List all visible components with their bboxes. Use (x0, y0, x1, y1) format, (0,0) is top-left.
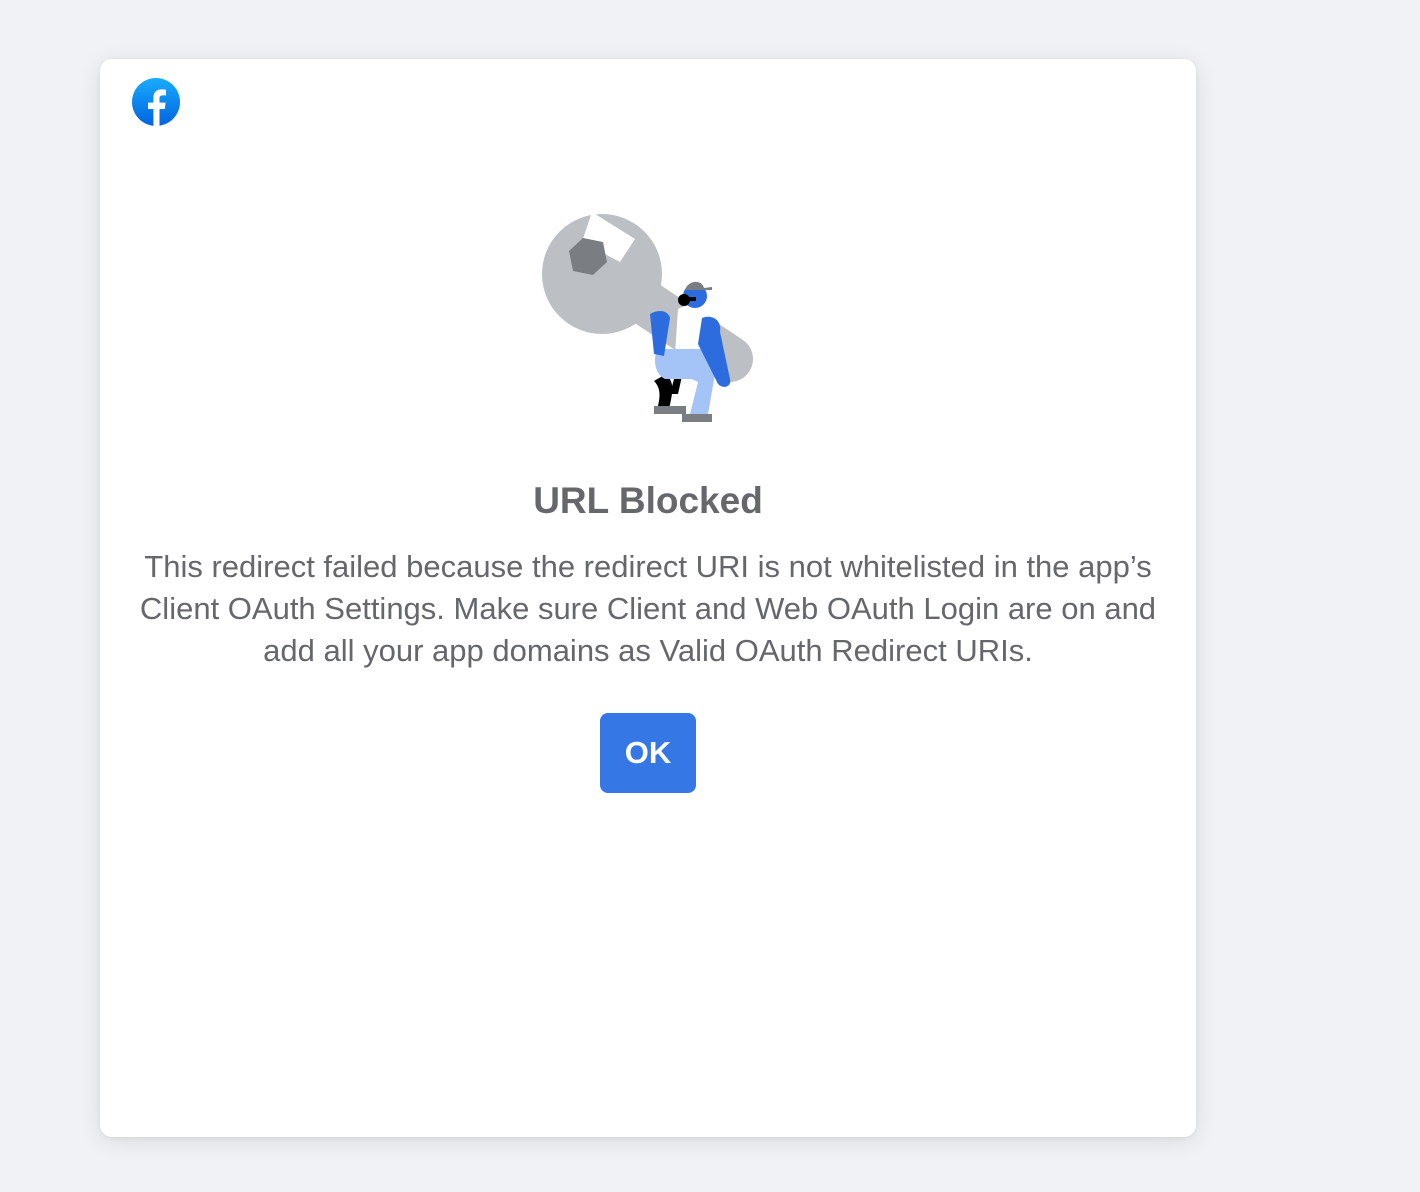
url-blocked-dialog: URL Blocked This redirect failed because… (100, 59, 1196, 1137)
facebook-logo-icon (132, 78, 180, 126)
dialog-message: This redirect failed because the redirec… (139, 549, 1157, 668)
ok-button[interactable]: OK (600, 713, 696, 793)
wrench-worker-illustration (542, 214, 753, 422)
dialog-title: URL Blocked (533, 480, 763, 521)
